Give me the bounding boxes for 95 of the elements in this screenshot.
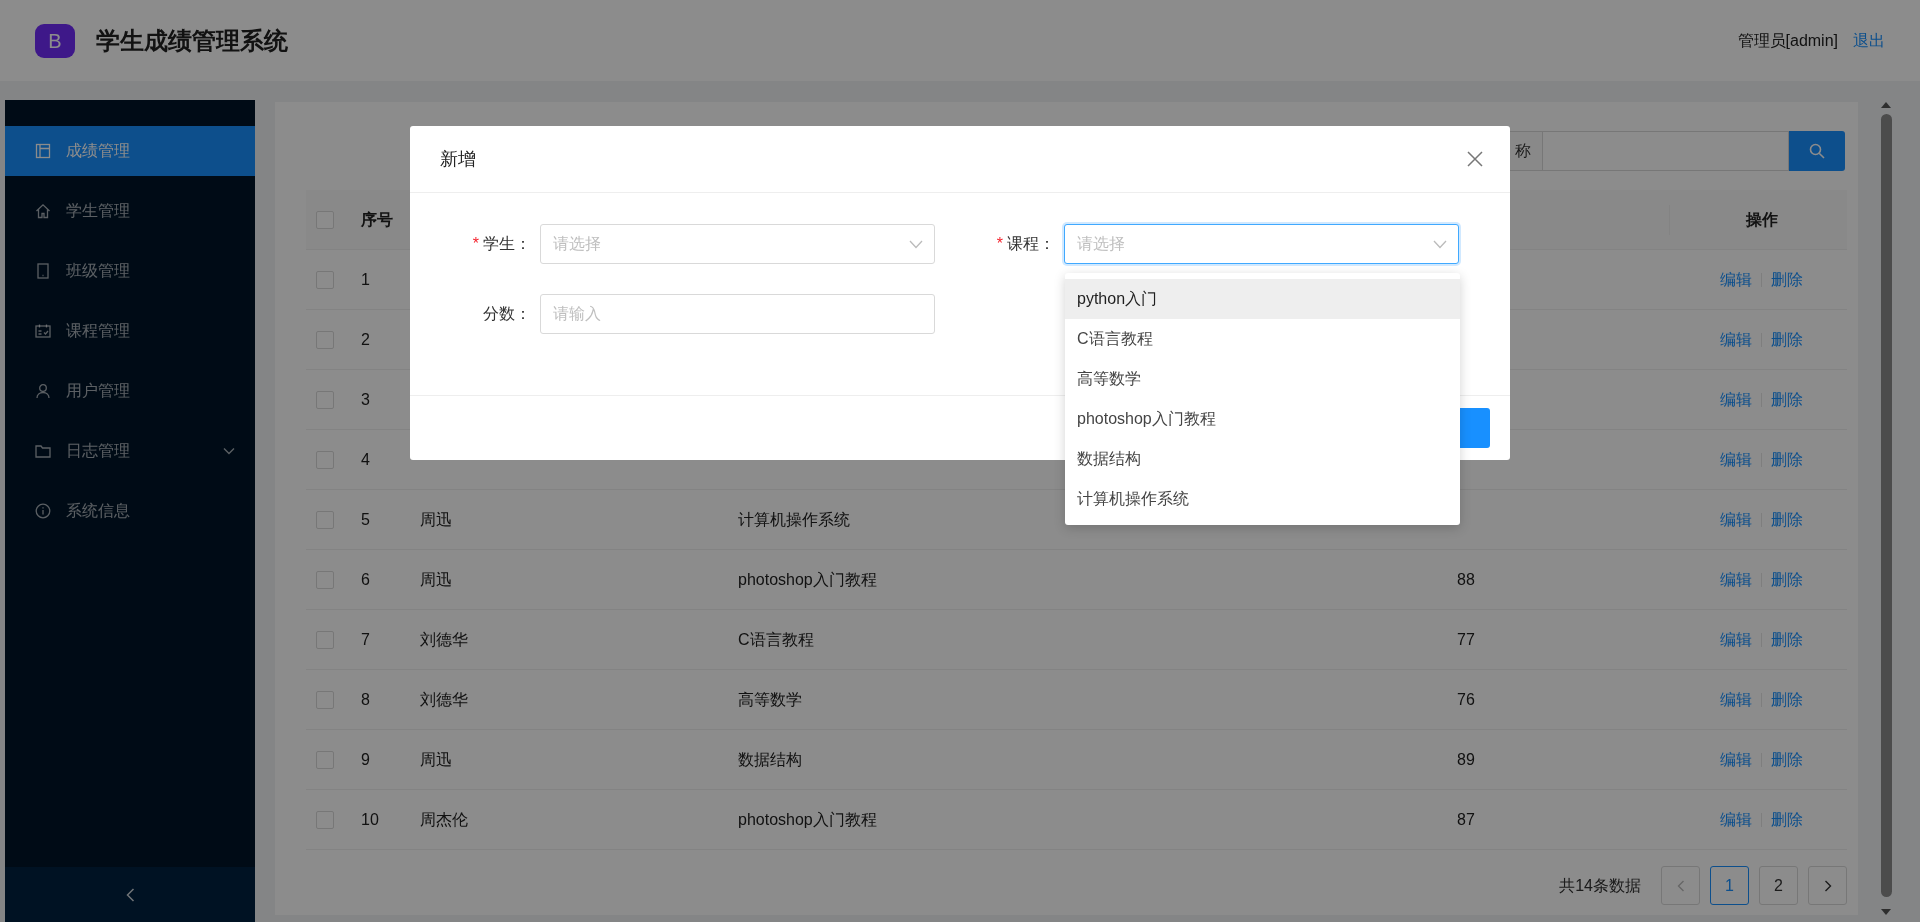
table-cell: 4 — [361, 450, 370, 468]
dropdown-option[interactable]: 计算机操作系统 — [1065, 479, 1460, 519]
table-cell: 88 — [1457, 570, 1475, 588]
select-field[interactable]: 请选择 — [1064, 224, 1459, 264]
sidebar-item[interactable]: 学生管理 — [5, 186, 255, 236]
column-header: 序号 — [361, 210, 393, 228]
scroll-down-icon — [1881, 909, 1891, 915]
sidebar-item[interactable]: 系统信息 — [5, 486, 255, 536]
table-cell: 周迅 — [420, 570, 452, 588]
edit-link[interactable]: 编辑 — [1719, 687, 1752, 712]
table-cell: 周迅 — [420, 510, 452, 528]
table-cell: 8 — [361, 690, 370, 708]
table-cell: 1 — [361, 270, 370, 288]
close-icon — [1467, 151, 1483, 167]
chevron-left-icon — [1676, 879, 1685, 892]
delete-link[interactable]: 删除 — [1770, 267, 1803, 292]
table-cell: 周迅 — [420, 750, 452, 768]
delete-link[interactable]: 删除 — [1770, 327, 1803, 352]
edit-link[interactable]: 编辑 — [1719, 627, 1752, 652]
field-label: 学生： — [483, 234, 531, 254]
table-cell: 76 — [1457, 690, 1475, 708]
edit-link[interactable]: 编辑 — [1719, 387, 1752, 412]
table-cell: 刘德华 — [420, 630, 468, 648]
edit-link[interactable]: 编辑 — [1719, 567, 1752, 592]
search-button[interactable] — [1789, 131, 1845, 171]
table-cell: 数据结构 — [738, 750, 802, 768]
table-cell: 5 — [361, 510, 370, 528]
prev-page-button[interactable] — [1661, 866, 1700, 905]
select-field[interactable]: 请选择 — [540, 224, 935, 264]
sidebar-item[interactable]: 课程管理 — [5, 306, 255, 356]
table-cell: 7 — [361, 630, 370, 648]
next-page-button[interactable] — [1808, 866, 1847, 905]
field-label: 分数： — [483, 304, 531, 324]
edit-link[interactable]: 编辑 — [1719, 747, 1752, 772]
sidebar-item[interactable]: 班级管理 — [5, 246, 255, 296]
dropdown-option[interactable]: C语言教程 — [1065, 319, 1460, 359]
table-cell: 89 — [1457, 750, 1475, 768]
delete-link[interactable]: 删除 — [1770, 807, 1803, 832]
scrollbar[interactable] — [1880, 102, 1892, 915]
delete-link[interactable]: 删除 — [1770, 747, 1803, 772]
sidebar-item[interactable]: 日志管理 — [5, 426, 255, 476]
delete-link[interactable]: 删除 — [1770, 507, 1803, 532]
table-cell: photoshop入门教程 — [738, 810, 877, 828]
table-cell: 87 — [1457, 810, 1475, 828]
sidebar-item[interactable]: 用户管理 — [5, 366, 255, 416]
user-name: 管理员[admin] — [1737, 30, 1838, 51]
table-cell: 9 — [361, 750, 370, 768]
chevron-down-icon — [1433, 240, 1447, 249]
edit-link[interactable]: 编辑 — [1719, 447, 1752, 472]
dropdown-option[interactable]: python入门 — [1065, 279, 1460, 319]
page-button[interactable]: 2 — [1759, 866, 1798, 905]
table-cell: 计算机操作系统 — [738, 510, 850, 528]
table-cell: 高等数学 — [738, 690, 802, 708]
table-cell: C语言教程 — [738, 630, 814, 648]
table-cell: 77 — [1457, 630, 1475, 648]
edit-link[interactable]: 编辑 — [1719, 507, 1752, 532]
dropdown-option[interactable]: photoshop入门教程 — [1065, 399, 1460, 439]
table-cell: 刘德华 — [420, 690, 468, 708]
delete-link[interactable]: 删除 — [1770, 447, 1803, 472]
table-cell: photoshop入门教程 — [738, 570, 877, 588]
table-cell: 周杰伦 — [420, 810, 468, 828]
edit-link[interactable]: 编辑 — [1719, 267, 1752, 292]
total-count: 共14条数据 — [1559, 875, 1641, 896]
delete-link[interactable]: 删除 — [1770, 627, 1803, 652]
dropdown-option[interactable]: 数据结构 — [1065, 439, 1460, 479]
search-icon — [1809, 143, 1825, 159]
input-field[interactable]: 请输入 — [540, 294, 935, 334]
page-button[interactable]: 1 — [1710, 866, 1749, 905]
required-mark: * — [996, 234, 1003, 254]
search-field[interactable] — [1543, 131, 1789, 171]
dropdown-option[interactable]: 高等数学 — [1065, 359, 1460, 399]
delete-link[interactable]: 删除 — [1770, 387, 1803, 412]
dialog-title: 新增 — [440, 147, 477, 171]
table-cell: 6 — [361, 570, 370, 588]
app-title: 学生成绩管理系统 — [96, 25, 288, 56]
table-cell: 2 — [361, 330, 370, 348]
edit-link[interactable]: 编辑 — [1719, 327, 1752, 352]
edit-link[interactable]: 编辑 — [1719, 807, 1752, 832]
collapse-button[interactable] — [5, 867, 255, 922]
chevron-left-icon — [125, 887, 135, 902]
scroll-up-icon — [1881, 102, 1891, 108]
layout-icon — [35, 143, 51, 159]
field-label: 课程： — [1007, 234, 1055, 254]
required-mark: * — [472, 234, 479, 254]
delete-link[interactable]: 删除 — [1770, 567, 1803, 592]
close-button[interactable] — [1466, 150, 1484, 168]
logo: B — [35, 23, 75, 58]
column-header: 操作 — [1745, 209, 1778, 230]
logout-link[interactable]: 退出 — [1853, 28, 1885, 53]
table-cell: 3 — [361, 390, 370, 408]
delete-link[interactable]: 删除 — [1770, 687, 1803, 712]
table-cell: 10 — [361, 810, 379, 828]
sidebar-item[interactable]: 成绩管理 — [5, 126, 255, 176]
chevron-right-icon — [1823, 879, 1832, 892]
chevron-down-icon — [909, 240, 923, 249]
